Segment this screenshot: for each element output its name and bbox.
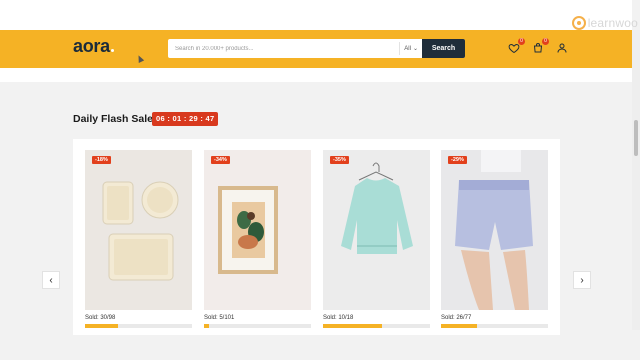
sold-progress-fill [323, 324, 383, 328]
site-header: aora All ⌄ Search 0 0 [0, 30, 632, 68]
logo-dot-icon [110, 49, 114, 52]
sold-progress-fill [204, 324, 210, 328]
carousel-prev-button[interactable]: ‹ [42, 271, 60, 289]
sold-count: Sold: 10/18 [323, 315, 354, 321]
learnwoo-logo-icon [571, 16, 586, 30]
header-actions: 0 0 [507, 38, 569, 55]
framed-art-image [218, 186, 278, 274]
page-scrollbar[interactable] [632, 30, 640, 330]
sold-progress-bar [441, 324, 548, 328]
product-image[interactable]: -34% [204, 150, 311, 310]
sold-count: Sold: 30/98 [85, 315, 116, 321]
product-image[interactable]: -29% [441, 150, 548, 310]
chevron-right-icon: › [580, 274, 584, 286]
cart-count-badge: 0 [542, 38, 549, 45]
chevron-down-icon: ⌄ [412, 46, 418, 52]
top-bar [0, 0, 632, 30]
page: learnwoo aora All ⌄ Search 0 0 [0, 0, 640, 360]
sold-progress-fill [441, 324, 478, 328]
logo-text[interactable]: aora [73, 36, 110, 56]
search-category-label: All [404, 45, 411, 52]
scrollbar-thumb[interactable] [634, 120, 638, 156]
sold-progress-fill [85, 324, 118, 328]
learnwoo-watermark: learnwoo [571, 16, 638, 30]
nav-band [0, 68, 632, 82]
discount-badge: -34% [211, 156, 230, 164]
sold-progress-bar [85, 324, 192, 328]
product-card[interactable]: -35% Sold: 10/18 [323, 150, 430, 328]
mouse-cursor-icon [135, 54, 145, 63]
flash-sale-carousel: -18% Sold: 30/98 -34% Sold: 5/101 -35% S… [73, 139, 560, 335]
discount-badge: -18% [92, 156, 111, 164]
sold-count: Sold: 26/77 [441, 315, 472, 321]
watermark-text: learnwoo [587, 16, 638, 30]
cart-button[interactable]: 0 [531, 38, 549, 55]
product-card[interactable]: -18% Sold: 30/98 [85, 150, 192, 328]
wishlist-button[interactable]: 0 [507, 38, 525, 55]
discount-badge: -29% [448, 156, 467, 164]
search-category-select[interactable]: All ⌄ [399, 42, 422, 55]
sweater-image [341, 162, 413, 254]
product-card[interactable]: -34% Sold: 5/101 [204, 150, 311, 328]
search-input[interactable] [168, 39, 400, 58]
account-button[interactable] [555, 41, 569, 55]
sold-progress-bar [204, 324, 311, 328]
sold-progress-bar [323, 324, 430, 328]
product-image[interactable]: -35% [323, 150, 430, 310]
site-logo[interactable]: aora [73, 36, 114, 57]
flash-sale-title: Daily Flash Sale [73, 113, 153, 125]
product-card[interactable]: -29% Sold: 26/77 [441, 150, 548, 328]
countdown-timer: 06 : 01 : 29 : 47 [152, 112, 219, 126]
shorts-image [455, 150, 533, 310]
discount-badge: -35% [330, 156, 349, 164]
chevron-left-icon: ‹ [49, 274, 53, 286]
carousel-next-button[interactable]: › [573, 271, 591, 289]
user-icon [557, 43, 567, 53]
search-bar: All ⌄ Search [168, 39, 465, 58]
wishlist-count-badge: 0 [518, 38, 525, 45]
search-button[interactable]: Search [422, 39, 465, 58]
sold-count: Sold: 5/101 [204, 315, 235, 321]
bakeware-image [102, 181, 179, 281]
product-image[interactable]: -18% [85, 150, 192, 310]
